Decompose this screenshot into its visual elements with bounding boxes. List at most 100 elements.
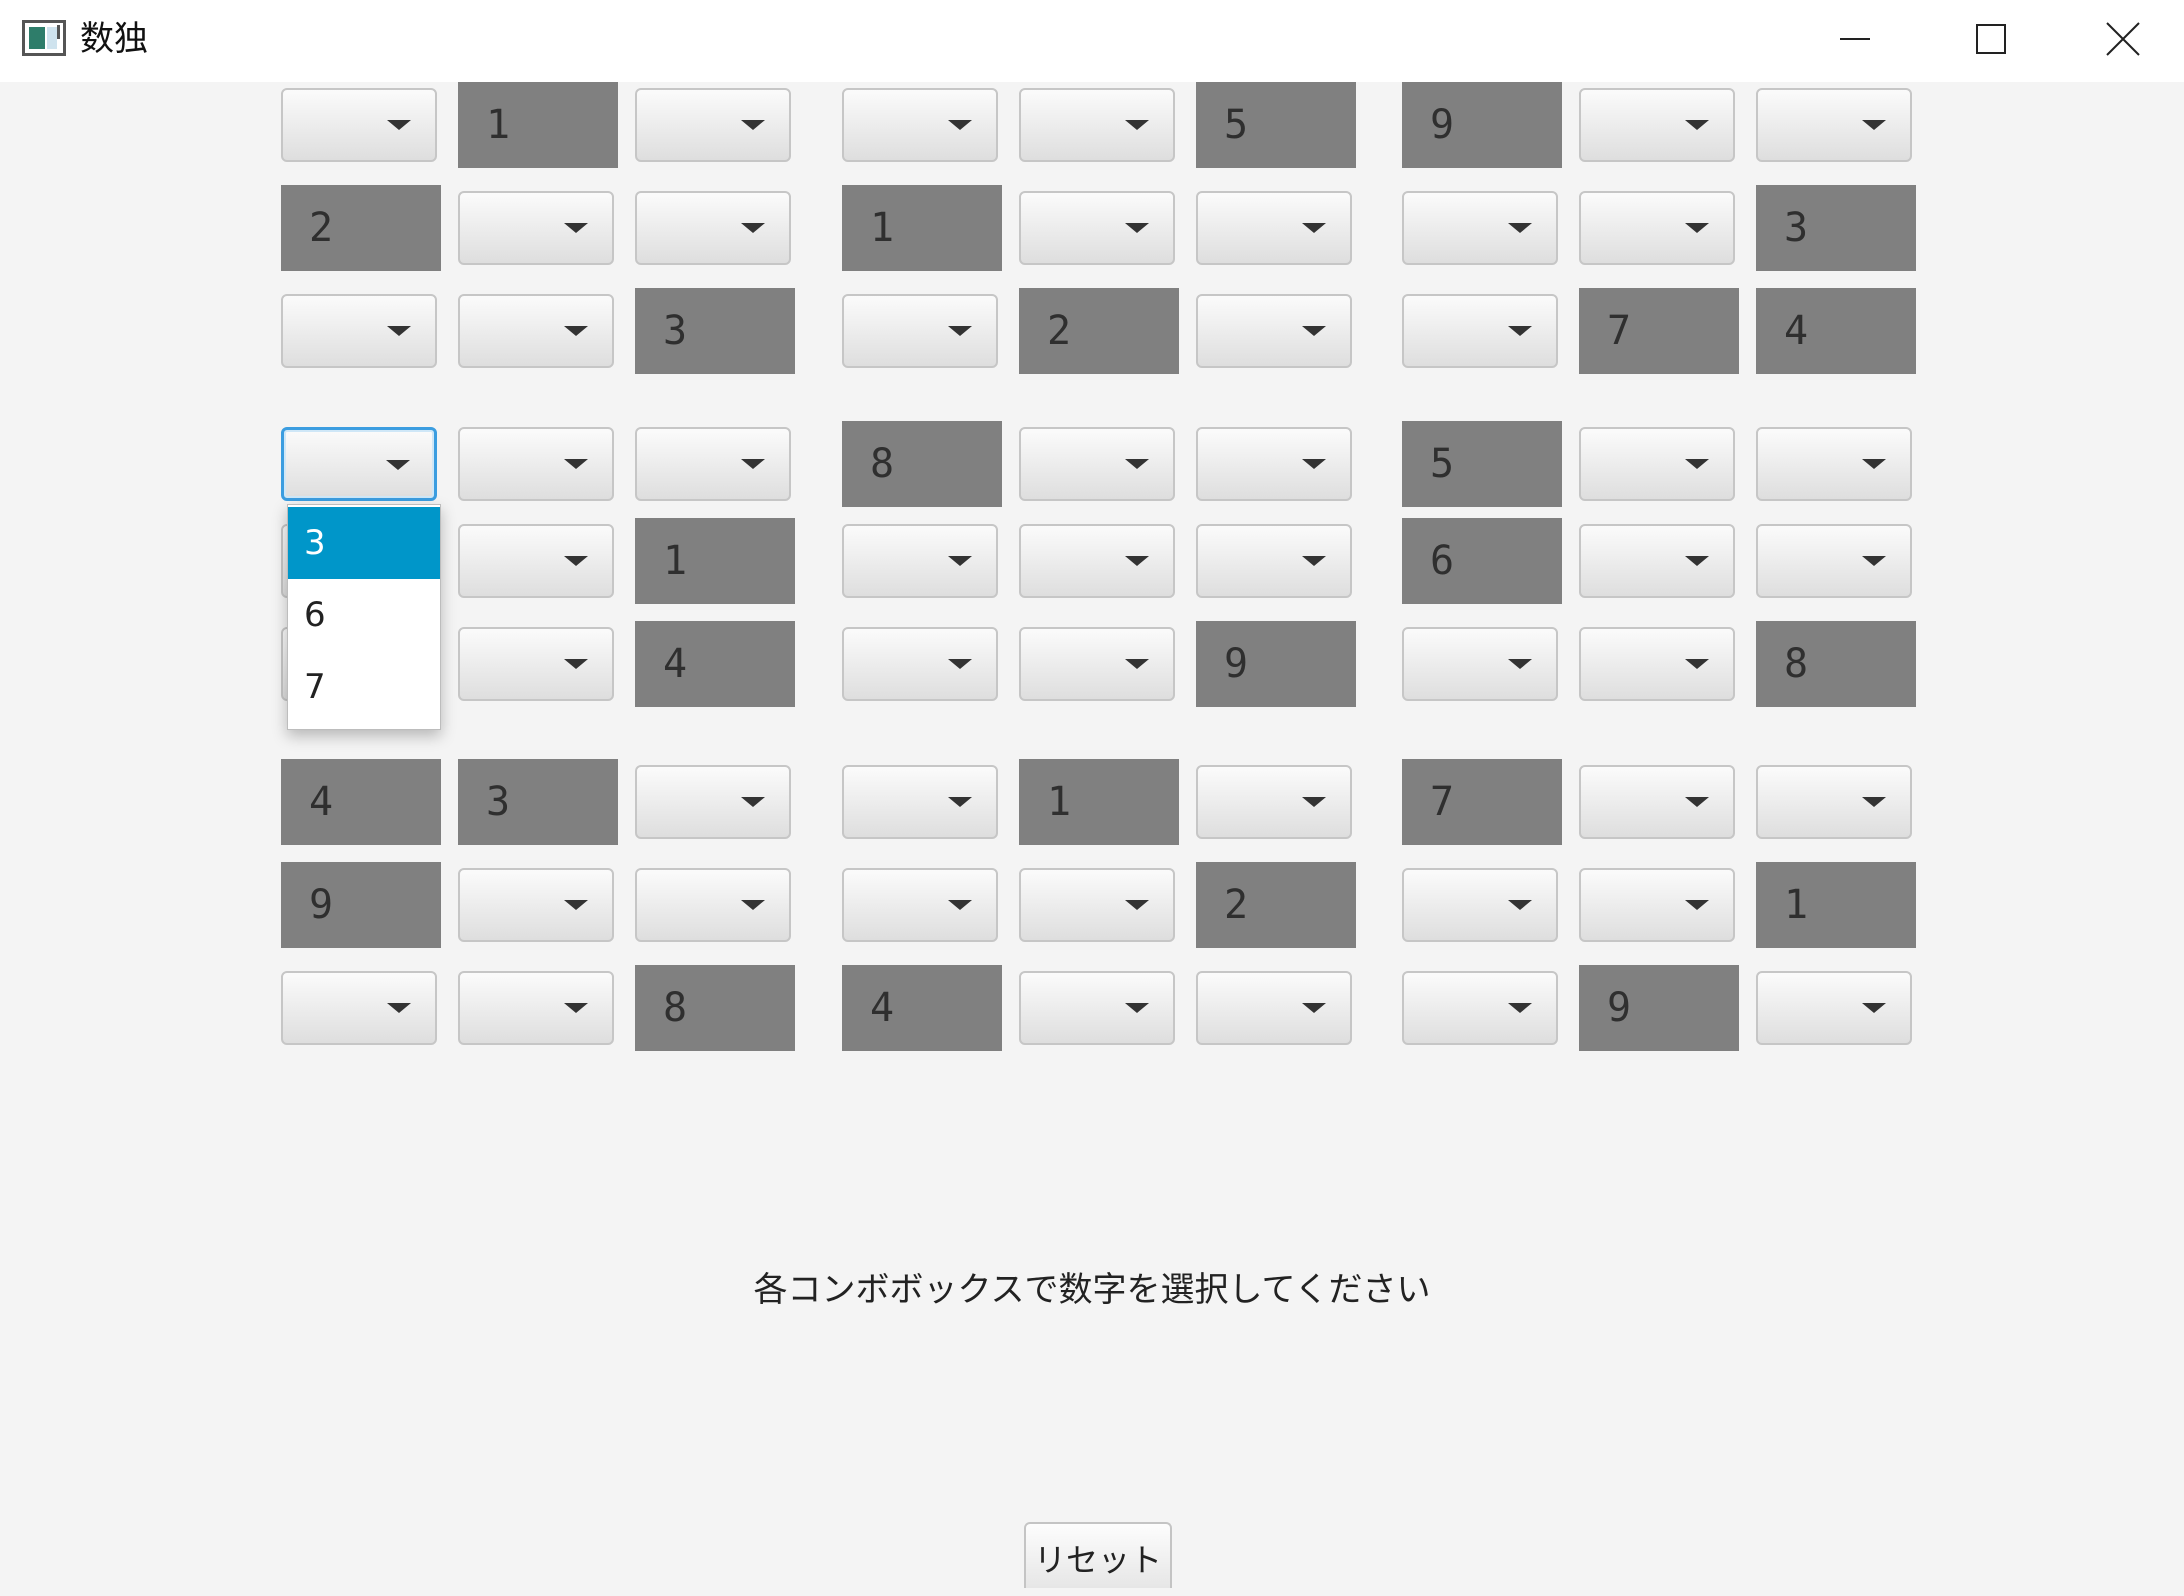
chevron-down-icon <box>564 459 588 469</box>
cell-combobox[interactable] <box>1196 427 1352 501</box>
chevron-down-icon <box>1685 797 1709 807</box>
cell-combobox[interactable] <box>842 294 998 368</box>
cell-combobox[interactable] <box>1756 765 1912 839</box>
given-cell: 4 <box>842 965 1002 1051</box>
cell-combobox[interactable] <box>458 294 614 368</box>
chevron-down-icon <box>1685 659 1709 669</box>
given-cell: 4 <box>1756 288 1916 374</box>
cell-combobox[interactable] <box>1402 627 1558 701</box>
chevron-down-icon <box>1125 120 1149 130</box>
cell-combobox[interactable] <box>1579 88 1735 162</box>
cell-combobox[interactable] <box>842 524 998 598</box>
chevron-down-icon <box>741 900 765 910</box>
cell-combobox[interactable] <box>458 427 614 501</box>
chevron-down-icon <box>387 326 411 336</box>
maximize-icon <box>1976 24 2006 54</box>
cell-combobox[interactable] <box>635 765 791 839</box>
chevron-down-icon <box>948 556 972 566</box>
chevron-down-icon <box>1302 556 1326 566</box>
chevron-down-icon <box>1685 223 1709 233</box>
cell-combobox[interactable] <box>1019 427 1175 501</box>
cell-combobox[interactable] <box>1019 191 1175 265</box>
cell-combobox[interactable] <box>1579 191 1735 265</box>
cell-combobox[interactable] <box>842 765 998 839</box>
chevron-down-icon <box>1685 900 1709 910</box>
cell-combobox[interactable] <box>1019 868 1175 942</box>
cell-combobox[interactable] <box>1196 524 1352 598</box>
cell-combobox[interactable] <box>281 971 437 1045</box>
cell-combobox[interactable] <box>1019 627 1175 701</box>
chevron-down-icon <box>1125 1003 1149 1013</box>
cell-combobox[interactable] <box>1579 868 1735 942</box>
chevron-down-icon <box>1302 326 1326 336</box>
cell-combobox[interactable] <box>1756 427 1912 501</box>
cell-combobox[interactable] <box>635 868 791 942</box>
chevron-down-icon <box>948 797 972 807</box>
cell-combobox[interactable] <box>1196 294 1352 368</box>
cell-combobox[interactable] <box>1579 524 1735 598</box>
dropdown-option[interactable]: 6 <box>288 579 440 651</box>
minimize-button[interactable] <box>1790 0 1920 78</box>
given-cell: 5 <box>1196 82 1356 168</box>
given-cell: 3 <box>458 759 618 845</box>
cell-combobox[interactable] <box>1579 765 1735 839</box>
cell-combobox[interactable] <box>1019 971 1175 1045</box>
cell-combobox[interactable] <box>1019 88 1175 162</box>
cell-combobox[interactable] <box>635 427 791 501</box>
given-cell: 5 <box>1402 421 1562 507</box>
close-icon <box>2106 22 2140 56</box>
chevron-down-icon <box>564 1003 588 1013</box>
given-cell: 1 <box>458 82 618 168</box>
chevron-down-icon <box>741 120 765 130</box>
cell-combobox[interactable] <box>1402 868 1558 942</box>
reset-button[interactable]: リセット <box>1024 1522 1172 1588</box>
cell-combobox[interactable] <box>1402 971 1558 1045</box>
cell-combobox[interactable] <box>458 868 614 942</box>
given-cell: 3 <box>635 288 795 374</box>
cell-combobox[interactable] <box>458 524 614 598</box>
dropdown-option[interactable]: 3 <box>288 507 440 579</box>
combo-dropdown-list: 3 6 7 <box>287 504 441 730</box>
cell-combobox[interactable] <box>1756 88 1912 162</box>
chevron-down-icon <box>1508 223 1532 233</box>
cell-combobox[interactable] <box>1196 971 1352 1045</box>
cell-combobox[interactable] <box>1756 524 1912 598</box>
given-cell: 8 <box>842 421 1002 507</box>
given-cell: 9 <box>1579 965 1739 1051</box>
cell-combobox[interactable] <box>1402 294 1558 368</box>
given-cell: 7 <box>1402 759 1562 845</box>
dropdown-option[interactable]: 7 <box>288 651 440 723</box>
chevron-down-icon <box>741 797 765 807</box>
cell-combobox[interactable] <box>1196 765 1352 839</box>
cell-combobox[interactable] <box>281 88 437 162</box>
cell-combobox[interactable] <box>458 627 614 701</box>
chevron-down-icon <box>1685 556 1709 566</box>
cell-combobox[interactable] <box>281 427 437 501</box>
chevron-down-icon <box>1685 459 1709 469</box>
app-icon <box>22 20 66 56</box>
chevron-down-icon <box>1125 900 1149 910</box>
cell-combobox[interactable] <box>1402 191 1558 265</box>
cell-combobox[interactable] <box>1579 627 1735 701</box>
cell-combobox[interactable] <box>281 294 437 368</box>
title-bar: 数独 <box>0 0 2184 82</box>
chevron-down-icon <box>1508 1003 1532 1013</box>
chevron-down-icon <box>564 556 588 566</box>
given-cell: 9 <box>1196 621 1356 707</box>
cell-combobox[interactable] <box>1019 524 1175 598</box>
cell-combobox[interactable] <box>635 191 791 265</box>
cell-combobox[interactable] <box>1196 191 1352 265</box>
cell-combobox[interactable] <box>842 88 998 162</box>
cell-combobox[interactable] <box>458 191 614 265</box>
maximize-button[interactable] <box>1926 0 2056 78</box>
cell-combobox[interactable] <box>842 868 998 942</box>
cell-combobox[interactable] <box>635 88 791 162</box>
chevron-down-icon <box>387 120 411 130</box>
cell-combobox[interactable] <box>458 971 614 1045</box>
cell-combobox[interactable] <box>1579 427 1735 501</box>
given-cell: 4 <box>635 621 795 707</box>
cell-combobox[interactable] <box>1756 971 1912 1045</box>
close-button[interactable] <box>2062 0 2184 78</box>
cell-combobox[interactable] <box>842 627 998 701</box>
given-cell: 1 <box>1019 759 1179 845</box>
